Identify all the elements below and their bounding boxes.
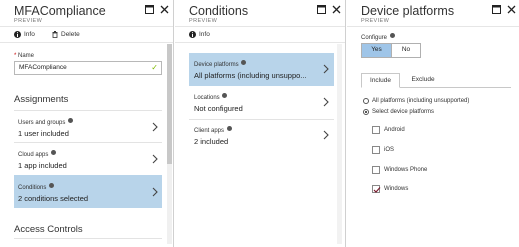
chevron-right-icon <box>152 154 158 164</box>
delete-icon <box>52 31 58 38</box>
radio-all-platforms[interactable]: All platforms (including unsupported) <box>363 98 469 104</box>
chevron-right-icon <box>152 187 158 197</box>
maximize-icon[interactable] <box>145 5 155 15</box>
info-icon <box>14 31 21 38</box>
configure-toggle[interactable]: Yes No <box>361 43 421 58</box>
checkbox[interactable] <box>372 185 381 193</box>
info-button[interactable]: Info <box>189 31 210 38</box>
close-icon[interactable] <box>507 5 517 15</box>
chevron-right-icon <box>152 122 158 132</box>
blade-subtitle: PREVIEW <box>189 18 218 24</box>
info-icon <box>241 60 247 65</box>
configure-label: Configure <box>361 33 395 41</box>
name-field-label: * Name <box>14 53 35 59</box>
scrollbar-thumb[interactable] <box>167 44 172 164</box>
access-controls-heading: Access Controls <box>14 224 83 235</box>
info-icon <box>222 93 228 98</box>
info-icon <box>68 118 74 123</box>
tab-include[interactable]: Include <box>361 73 400 88</box>
close-icon[interactable] <box>160 5 170 15</box>
tab-exclude[interactable]: Exclude <box>408 73 438 88</box>
info-icon <box>189 31 196 38</box>
info-icon <box>51 150 57 155</box>
toolbar: Info <box>175 27 345 43</box>
scrollbar[interactable] <box>167 44 172 244</box>
blade-header: Device platforms PREVIEW <box>347 0 519 27</box>
delete-button[interactable]: Delete <box>52 31 80 38</box>
blade-mfacompliance: MFACompliance PREVIEW Info Delete * Name… <box>0 0 174 247</box>
info-icon <box>49 183 55 188</box>
checkbox[interactable] <box>372 126 380 134</box>
blade-device-platforms: Device platforms PREVIEW Configure Yes N… <box>347 0 519 247</box>
checkbox-windows-phone[interactable]: Windows Phone <box>372 166 427 174</box>
maximize-icon[interactable] <box>492 5 502 15</box>
toggle-yes[interactable]: Yes <box>362 44 391 57</box>
locations-item[interactable]: Locations Not configured <box>189 86 334 119</box>
name-input[interactable]: MFACompliance ✓ <box>14 61 162 75</box>
tabs: Include Exclude <box>361 73 511 88</box>
radio-button[interactable] <box>363 109 369 115</box>
info-label: Info <box>199 31 210 38</box>
client-apps-item[interactable]: Client apps 2 included <box>189 119 334 152</box>
blade-title: Conditions <box>189 4 249 18</box>
cloud-apps-item[interactable]: Cloud apps 1 app included <box>14 142 162 174</box>
divider <box>14 238 162 239</box>
blade-subtitle: PREVIEW <box>14 18 43 24</box>
info-label: Info <box>24 31 35 38</box>
chevron-right-icon <box>323 97 329 107</box>
maximize-icon[interactable] <box>317 5 327 15</box>
assignments-heading: Assignments <box>14 94 69 105</box>
info-button[interactable]: Info <box>14 31 35 38</box>
blade-conditions: Conditions PREVIEW Info Device platforms… <box>175 0 346 247</box>
blade-title: MFACompliance <box>14 4 106 18</box>
toggle-no[interactable]: No <box>391 44 420 57</box>
scrollbar[interactable] <box>337 44 342 244</box>
checkbox[interactable] <box>372 166 380 174</box>
radio-select-platforms[interactable]: Select device platforms <box>363 109 434 115</box>
blade-header: Conditions PREVIEW <box>175 0 345 27</box>
toolbar: Info Delete <box>0 27 173 43</box>
checkmark-icon <box>373 187 381 193</box>
device-platforms-item[interactable]: Device platforms All platforms (includin… <box>189 53 334 86</box>
conditions-item[interactable]: Conditions 2 conditions selected <box>14 175 162 208</box>
radio-button[interactable] <box>363 98 369 104</box>
info-icon <box>389 33 395 38</box>
checkbox-ios[interactable]: iOS <box>372 146 394 154</box>
delete-label: Delete <box>61 31 80 38</box>
checkmark-icon: ✓ <box>151 63 158 72</box>
users-and-groups-item[interactable]: Users and groups 1 user included <box>14 110 162 142</box>
blade-subtitle: PREVIEW <box>361 18 390 24</box>
info-icon <box>226 126 232 131</box>
blade-header: MFACompliance PREVIEW <box>0 0 173 27</box>
chevron-right-icon <box>323 64 329 74</box>
close-icon[interactable] <box>332 5 342 15</box>
chevron-right-icon <box>323 130 329 140</box>
checkbox-windows[interactable]: Windows <box>372 185 408 193</box>
checkbox-android[interactable]: Android <box>372 126 405 134</box>
checkbox[interactable] <box>372 146 380 154</box>
blade-title: Device platforms <box>361 4 455 18</box>
